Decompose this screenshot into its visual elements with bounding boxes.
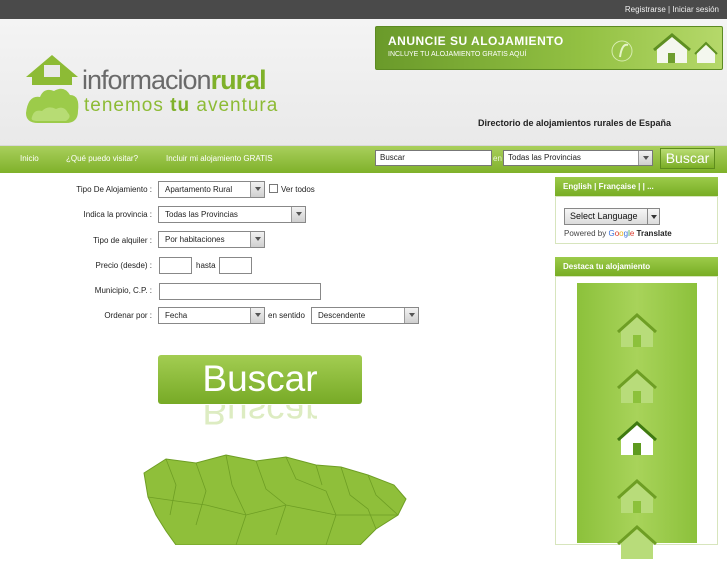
tipo-label: Tipo De Alojamiento : — [76, 185, 152, 194]
logo-slogan: tenemos tu aventura — [84, 95, 278, 117]
chevron-down-icon — [250, 232, 264, 247]
provincia-select[interactable]: Todas las Provincias — [158, 206, 306, 223]
powered-by-label: Powered by — [564, 229, 607, 238]
google-logo: Google — [608, 229, 635, 238]
advertise-banner[interactable]: ANUNCIE SU ALOJAMIENTO INCLUYE TU ALOJAM… — [375, 26, 723, 70]
ordenar-select[interactable]: Fecha — [158, 307, 265, 324]
chevron-down-icon — [250, 182, 264, 197]
house-icon — [616, 312, 658, 347]
tipo-value: Apartamento Rural — [165, 185, 233, 194]
nav-search-button[interactable]: Buscar — [660, 148, 715, 169]
precio-hasta-input[interactable] — [219, 257, 252, 274]
nav-item-inicio[interactable]: Inicio — [20, 154, 39, 163]
nav-province-select[interactable]: Todas las Provincias — [503, 150, 653, 166]
alquiler-value: Por habitaciones — [165, 235, 225, 244]
ver-todos-checkbox[interactable] — [269, 184, 278, 193]
house-icon — [616, 524, 658, 559]
precio-desde-input[interactable] — [159, 257, 192, 274]
sentido-label: en sentido — [268, 311, 305, 320]
logo-part2: rural — [210, 65, 267, 95]
logo-part1: informacion — [82, 65, 212, 95]
provincia-value: Todas las Provincias — [165, 210, 238, 219]
login-link[interactable]: Iniciar sesión — [672, 5, 719, 14]
chevron-down-icon — [291, 207, 305, 222]
logo-slogan-1: tenemos — [84, 95, 171, 116]
translate-panel: Select Language Powered by Google Transl… — [555, 196, 718, 244]
sentido-value: Descendente — [318, 311, 366, 320]
tipo-select[interactable]: Apartamento Rural — [158, 181, 265, 198]
language-links[interactable]: English | Française | | ... — [555, 177, 718, 196]
select-language-button[interactable]: Select Language — [564, 208, 660, 225]
hasta-label: hasta — [196, 261, 216, 270]
destaca-houses-banner[interactable] — [577, 283, 697, 559]
logo-wordmark: informacionrural — [82, 65, 267, 96]
chevron-down-icon — [404, 308, 418, 323]
destaca-panel[interactable] — [555, 276, 718, 559]
alquiler-select[interactable]: Por habitaciones — [158, 231, 265, 248]
chevron-down-icon — [638, 151, 652, 165]
house-icon — [616, 420, 658, 455]
site-header: informacionrural tenemos tu aventura ANU… — [0, 19, 727, 146]
banner-title: ANUNCIE SU ALOJAMIENTO — [388, 34, 564, 48]
nav-province-value: Todas las Provincias — [508, 153, 581, 162]
nav-item-incluir-alojamiento[interactable]: Incluir mi alojamiento GRATIS — [166, 154, 273, 163]
house-icon — [616, 368, 658, 403]
alquiler-label: Tipo de alquiler : — [93, 236, 152, 245]
precio-label: Precio (desde) : — [95, 261, 152, 270]
spain-map[interactable] — [136, 445, 426, 545]
site-tagline: Directorio de alojamientos rurales de Es… — [478, 118, 672, 128]
register-link[interactable]: Registrarse — [625, 5, 666, 14]
top-bar: Registrarse | Iniciar sesión — [0, 0, 727, 19]
nav-en-label: en — [493, 154, 502, 163]
ordenar-label: Ordenar por : — [104, 311, 152, 320]
logo-slogan-3: aventura — [190, 95, 279, 116]
ordenar-value: Fecha — [165, 311, 188, 320]
site-logo[interactable]: informacionrural tenemos tu aventura — [22, 51, 312, 141]
logo-slogan-2: tu — [170, 95, 191, 116]
house-icon — [616, 478, 658, 513]
nav-item-que-visitar[interactable]: ¿Qué puedo visitar? — [66, 154, 138, 163]
banner-subtitle: INCLUYE TU ALOJAMIENTO GRATIS AQUÍ — [388, 51, 527, 58]
chevron-down-icon — [647, 209, 659, 224]
search-button-reflection: Buscar — [202, 405, 318, 432]
select-language-label: Select Language — [570, 211, 638, 221]
sentido-select[interactable]: Descendente — [311, 307, 419, 324]
nav-search-input[interactable]: Buscar — [375, 150, 492, 166]
municipio-label: Municipio, C.P. : — [94, 286, 152, 295]
search-submit-button[interactable]: Buscar — [158, 355, 362, 404]
banner-house-icon — [611, 33, 718, 63]
provincia-label: Indica la provincia : — [83, 210, 152, 219]
main-nav: Inicio ¿Qué puedo visitar? Incluir mi al… — [0, 146, 727, 173]
ver-todos-label: Ver todos — [281, 185, 315, 194]
destaca-title: Destaca tu alojamiento — [555, 257, 718, 276]
house-logo-icon — [26, 55, 79, 123]
chevron-down-icon — [250, 308, 264, 323]
translate-word: Translate — [636, 229, 672, 238]
powered-by-google: Powered by Google Translate — [564, 229, 672, 238]
municipio-input[interactable] — [159, 283, 321, 300]
